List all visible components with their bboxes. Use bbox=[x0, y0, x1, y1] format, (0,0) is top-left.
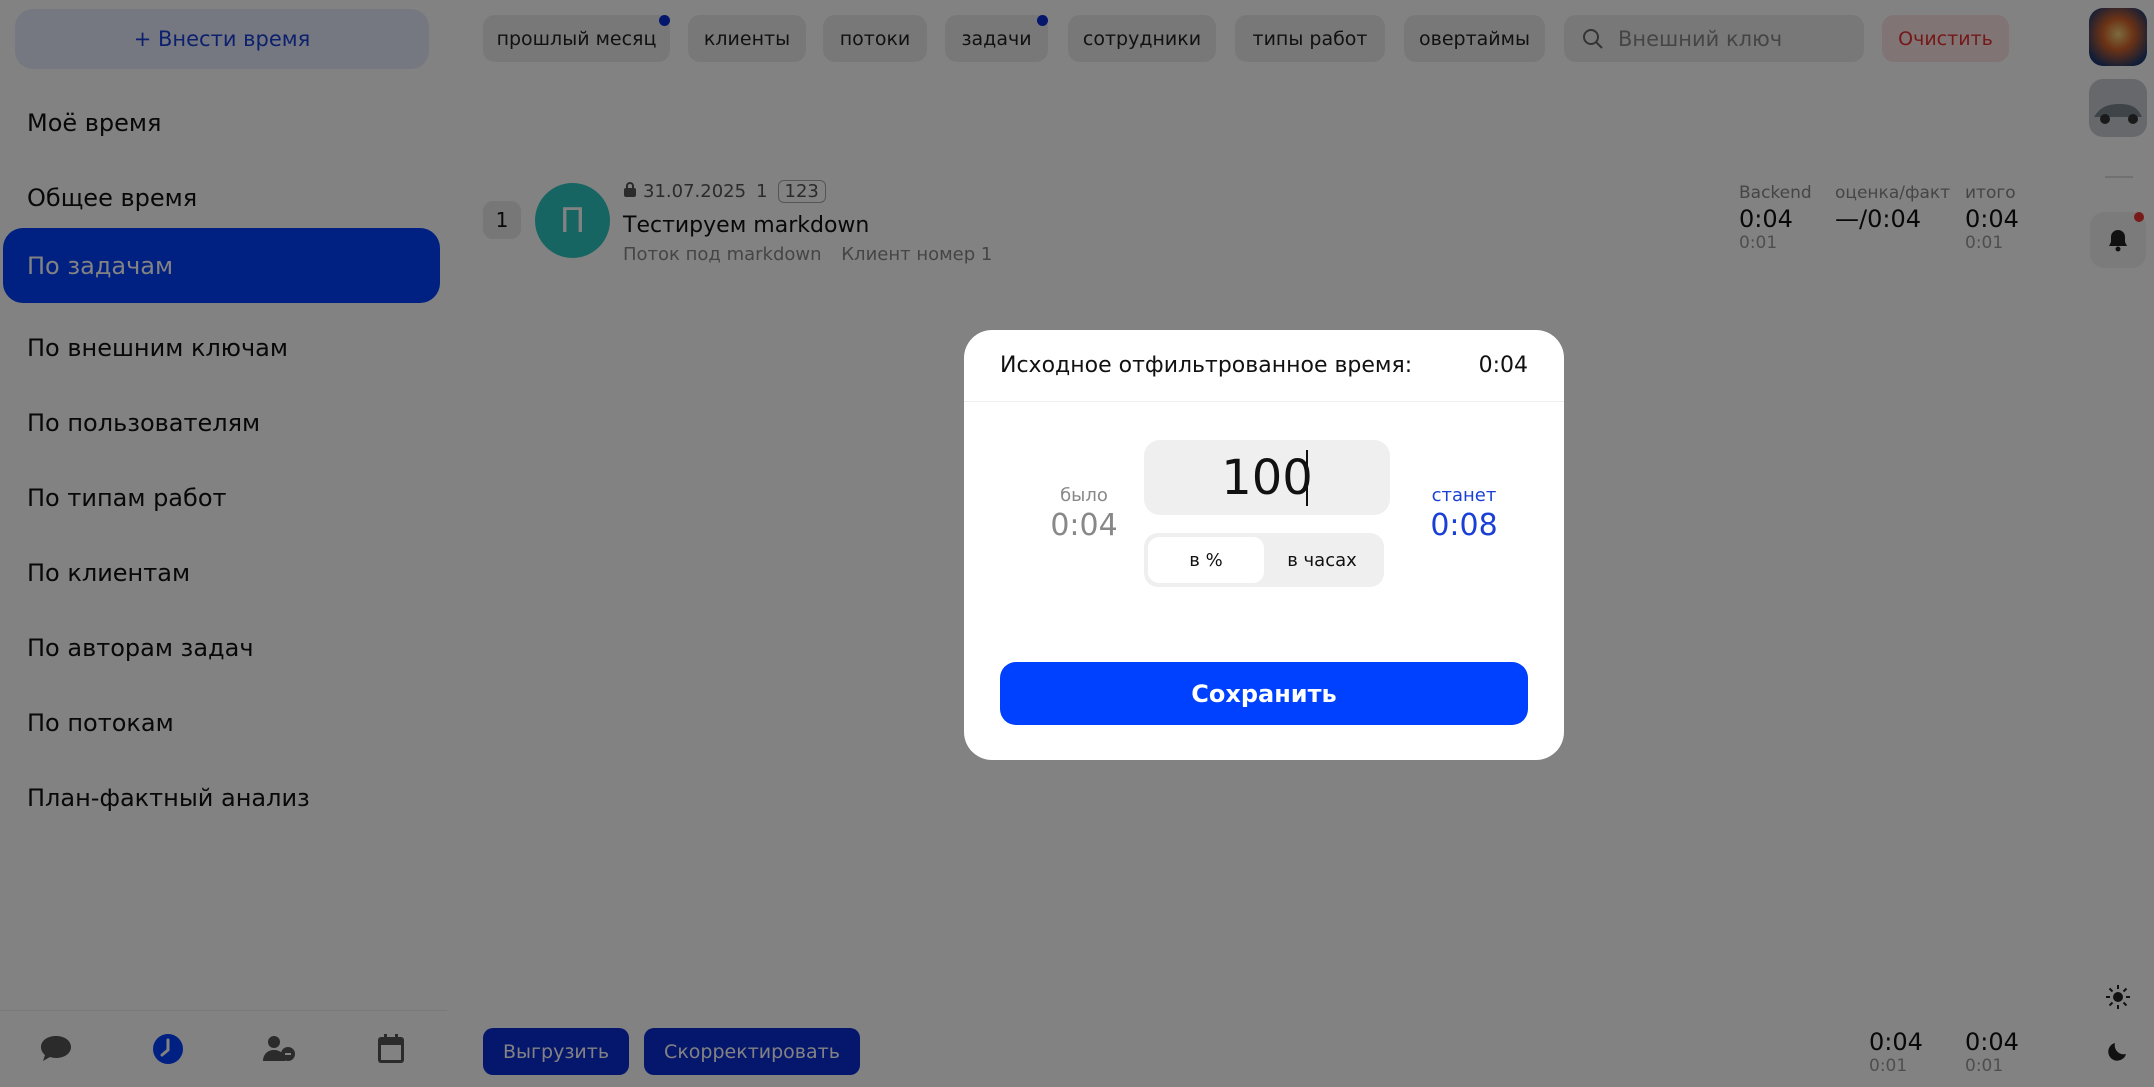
modal-header: Исходное отфильтрованное время: 0:04 bbox=[964, 330, 1564, 402]
original-time-label: Исходное отфильтрованное время: bbox=[1000, 353, 1413, 378]
becomes-block: станет 0:08 bbox=[1404, 485, 1524, 543]
was-block: было 0:04 bbox=[1024, 485, 1144, 543]
becomes-value: 0:08 bbox=[1430, 508, 1498, 543]
was-value: 0:04 bbox=[1050, 508, 1118, 543]
time-correction-modal: Исходное отфильтрованное время: 0:04 был… bbox=[964, 330, 1564, 760]
correction-value-input[interactable] bbox=[1144, 440, 1390, 515]
was-label: было bbox=[1060, 485, 1108, 506]
unit-toggle: в % в часах bbox=[1144, 533, 1384, 587]
unit-percent-option[interactable]: в % bbox=[1148, 537, 1264, 583]
original-time-value: 0:04 bbox=[1478, 353, 1528, 378]
save-button[interactable]: Сохранить bbox=[1000, 662, 1528, 725]
text-caret bbox=[1306, 450, 1308, 506]
becomes-label: станет bbox=[1431, 485, 1497, 506]
unit-hours-option[interactable]: в часах bbox=[1264, 537, 1380, 583]
